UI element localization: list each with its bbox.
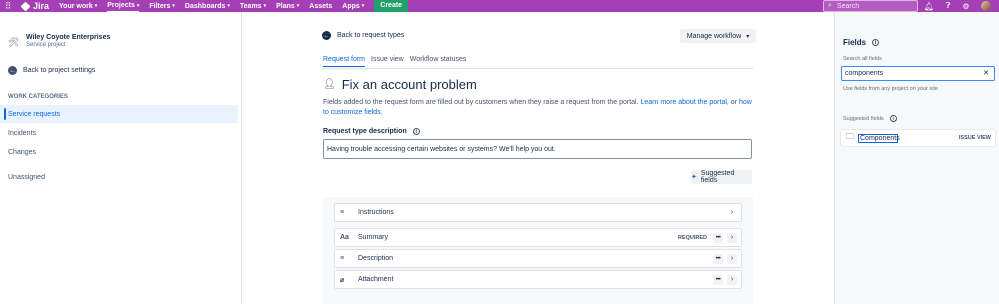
- arrow-left-icon: ←: [322, 31, 331, 40]
- request-type-tabs: Request form Issue view Workflow statuse…: [323, 56, 472, 67]
- tab-workflow-statuses[interactable]: Workflow statuses: [410, 56, 467, 67]
- app-switcher-icon[interactable]: ⠿: [2, 0, 14, 12]
- back-to-request-types-link[interactable]: ← Back to request types: [322, 31, 404, 40]
- chevron-down-icon: ▾: [94, 3, 98, 9]
- learn-more-portal-link[interactable]: Learn more about the portal: [641, 99, 727, 106]
- request-type-description-field[interactable]: Having trouble accessing certain website…: [323, 139, 752, 159]
- field-row-summary[interactable]: Aa Summary REQUIRED ••• ›: [334, 228, 742, 247]
- text-lines-icon: ≡: [340, 209, 345, 216]
- tab-issue-view[interactable]: Issue view: [371, 56, 404, 67]
- chevron-down-icon: ▾: [172, 3, 175, 9]
- project-header: 🛠︎ Wiley Coyote Enterprises Service proj…: [8, 34, 110, 48]
- nav-your-work[interactable]: Your work ▾: [59, 3, 97, 10]
- main-content: ← Back to request types Manage workflow …: [242, 12, 834, 304]
- project-type: Service project: [26, 42, 66, 48]
- chevron-down-icon: ▾: [746, 33, 750, 40]
- sidebar-item-service-requests[interactable]: Service requests: [0, 105, 238, 123]
- manage-workflow-button[interactable]: Manage workflow ▾: [680, 29, 756, 43]
- chevron-right-icon[interactable]: ›: [727, 208, 737, 218]
- user-avatar[interactable]: [981, 1, 991, 11]
- jira-logo-icon: [20, 1, 31, 11]
- arrow-left-icon: ←: [8, 66, 17, 75]
- nav-assets[interactable]: Assets: [309, 3, 332, 10]
- jira-logo[interactable]: Jira: [20, 1, 49, 11]
- notifications-icon[interactable]: 🔔︎: [923, 0, 935, 12]
- text-lines-icon: ≡: [340, 255, 345, 262]
- project-avatar-icon: 🛠︎: [8, 37, 20, 47]
- nav-projects[interactable]: Projects ▾: [107, 0, 140, 12]
- chevron-down-icon: ▾: [227, 3, 230, 9]
- project-sidebar: 🛠︎ Wiley Coyote Enterprises Service proj…: [0, 12, 242, 304]
- back-to-project-settings-link[interactable]: ← Back to project settings: [8, 66, 95, 75]
- work-categories-heading: WORK CATEGORIES: [8, 94, 68, 100]
- more-options-icon[interactable]: •••: [713, 232, 723, 243]
- info-icon[interactable]: i: [872, 39, 880, 46]
- chevron-right-icon[interactable]: ›: [727, 253, 737, 264]
- paperclip-icon: ⌀: [340, 276, 345, 284]
- suggested-fields-heading: Suggested fields i: [843, 115, 897, 122]
- clear-icon[interactable]: ✕: [983, 69, 989, 77]
- create-button[interactable]: Create: [374, 0, 409, 12]
- nav-apps[interactable]: Apps ▾: [342, 3, 364, 10]
- more-options-icon[interactable]: •••: [713, 274, 723, 285]
- folder-icon: 🗀︎: [846, 132, 854, 141]
- nav-plans[interactable]: Plans ▾: [276, 3, 299, 10]
- search-icon: ⌕: [828, 2, 832, 9]
- fields-panel-title: Fields i: [843, 38, 880, 47]
- text-field-icon: Aa: [340, 234, 349, 241]
- sparkle-icon: ✦: [691, 174, 697, 181]
- field-row-instructions[interactable]: ≡ Instructions ›: [334, 203, 742, 222]
- nav-dashboards[interactable]: Dashboards ▾: [185, 3, 230, 10]
- request-type-header: 👤︎ Fix an account problem: [323, 77, 477, 92]
- chevron-right-icon[interactable]: ›: [727, 232, 737, 243]
- more-options-icon[interactable]: •••: [713, 253, 723, 264]
- tabs-divider: [323, 68, 753, 69]
- chevron-down-icon: ▾: [296, 3, 300, 9]
- sidebar-item-incidents[interactable]: Incidents: [0, 124, 238, 142]
- search-fields-input[interactable]: components ✕: [841, 66, 995, 81]
- info-icon[interactable]: i: [889, 115, 897, 122]
- search-fields-help: Use fields from any project on your site: [843, 86, 939, 92]
- search-fields-label: Search all fields: [843, 56, 882, 62]
- issue-view-lozenge: ISSUE VIEW: [958, 135, 991, 141]
- tab-request-form[interactable]: Request form: [323, 56, 366, 67]
- fields-panel: Fields i Search all fields components ✕ …: [834, 12, 999, 304]
- chevron-down-icon: ▾: [361, 3, 365, 9]
- info-icon[interactable]: i: [412, 128, 420, 135]
- global-search-input[interactable]: ⌕ Search: [823, 0, 918, 12]
- page-title: Fix an account problem: [341, 77, 477, 92]
- chevron-down-icon: ▾: [136, 2, 140, 9]
- form-fields-panel: ≡ Instructions › Aa Summary REQUIRED •••…: [323, 197, 753, 304]
- chevron-right-icon[interactable]: ›: [727, 274, 737, 285]
- help-icon[interactable]: ❓︎: [942, 0, 954, 12]
- settings-gear-icon[interactable]: ⚙: [960, 0, 972, 12]
- field-row-description[interactable]: ≡ Description ••• ›: [334, 249, 742, 268]
- chevron-down-icon: ▾: [263, 3, 267, 9]
- request-type-description-label: Request type description i: [323, 128, 420, 135]
- suggested-field-components[interactable]: 🗀︎ Components ISSUE VIEW: [841, 130, 995, 146]
- field-row-attachment[interactable]: ⌀ Attachment ••• ›: [334, 270, 742, 289]
- project-name: Wiley Coyote Enterprises: [26, 34, 111, 41]
- nav-filters[interactable]: Filters ▾: [149, 3, 175, 10]
- form-description: Fields added to the request form are fil…: [323, 99, 752, 116]
- user-key-icon[interactable]: 👤︎: [323, 79, 336, 90]
- suggest-fields-button[interactable]: ✦ Suggested fields: [691, 170, 752, 184]
- sidebar-item-unassigned[interactable]: Unassigned: [0, 168, 238, 186]
- nav-teams[interactable]: Teams ▾: [240, 3, 266, 10]
- required-badge: REQUIRED: [677, 234, 707, 241]
- sidebar-item-changes[interactable]: Changes: [0, 143, 238, 161]
